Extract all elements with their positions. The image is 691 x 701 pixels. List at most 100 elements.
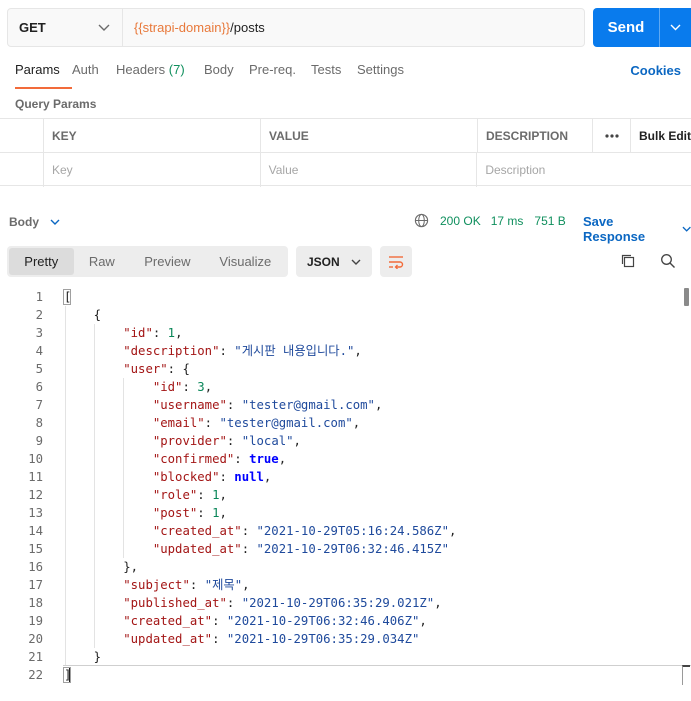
code-line: 6 "id": 3, — [0, 378, 691, 396]
line-number: 5 — [35, 362, 43, 376]
code-line: 14 "created_at": "2021-10-29T05:16:24.58… — [0, 522, 691, 540]
code-line: 18 "published_at": "2021-10-29T06:35:29.… — [0, 594, 691, 612]
code-line: 5 "user": { — [0, 360, 691, 378]
line-number: 2 — [35, 308, 43, 322]
code-line: 10 "confirmed": true, — [0, 450, 691, 468]
line-number: 16 — [28, 560, 43, 574]
line-number: 4 — [35, 344, 43, 358]
format-select[interactable]: JSON — [296, 246, 372, 277]
tab-tests[interactable]: Tests — [311, 62, 357, 86]
json-value: "2021-10-29T06:35:29.021Z" — [241, 596, 435, 610]
tab-headers[interactable]: Headers (7) — [116, 62, 204, 86]
copy-icon — [621, 254, 635, 268]
url-variable: {{strapi-domain}} — [134, 20, 231, 35]
description-input[interactable]: Description — [477, 153, 691, 187]
chevron-down-icon — [50, 219, 60, 225]
status-badge[interactable]: 200 OK — [440, 214, 481, 228]
wrap-lines-button[interactable] — [380, 246, 412, 277]
response-size[interactable]: 751 B — [534, 214, 565, 228]
json-value: 1 — [212, 506, 220, 520]
tab-settings[interactable]: Settings — [357, 62, 417, 86]
globe-icon[interactable] — [414, 213, 429, 228]
query-params-title: Query Params — [15, 97, 97, 111]
json-value: "tester@gmail.com" — [219, 416, 353, 430]
line-number: 9 — [35, 434, 43, 448]
column-header-key: KEY — [44, 119, 261, 152]
headers-count-badge: (7) — [168, 62, 185, 77]
tab-label: Pre-req. — [249, 62, 296, 77]
save-response-label: Save Response — [583, 214, 646, 244]
wrap-icon — [389, 255, 404, 269]
json-value: 1 — [167, 326, 176, 340]
send-options-button[interactable] — [660, 24, 691, 31]
line-number: 17 — [28, 578, 43, 592]
tab-preview[interactable]: Preview — [130, 248, 204, 275]
line-number: 14 — [28, 524, 43, 538]
tab-pretty[interactable]: Pretty — [9, 248, 74, 275]
response-time[interactable]: 17 ms — [491, 214, 524, 228]
code-line: 13 "post": 1, — [0, 504, 691, 522]
response-view-tabs: Pretty Raw Preview Visualize — [7, 246, 288, 277]
line-number: 10 — [28, 452, 43, 466]
tab-label: Body — [204, 62, 234, 77]
code-line: 22] — [0, 666, 691, 684]
tab-body[interactable]: Body — [204, 62, 249, 86]
send-button[interactable]: Send — [593, 8, 691, 47]
response-meta: 200 OK 17 ms 751 B — [414, 213, 566, 228]
method-select[interactable]: GET — [8, 9, 123, 46]
value-input[interactable]: Value — [261, 153, 478, 187]
line-number: 19 — [28, 614, 43, 628]
vertical-scrollbar[interactable] — [684, 288, 689, 306]
params-row: Key Value Description — [0, 153, 691, 187]
json-value: true — [249, 452, 279, 466]
body-label: Body — [9, 215, 39, 229]
url-path: /posts — [230, 20, 265, 35]
tab-raw[interactable]: Raw — [74, 248, 131, 275]
code-line: 1[ — [0, 288, 691, 306]
send-label: Send — [607, 19, 645, 36]
line-number: 22 — [28, 668, 43, 682]
code-line: 16 }, — [0, 558, 691, 576]
copy-button[interactable] — [620, 253, 636, 272]
tab-params[interactable]: Params — [15, 62, 72, 89]
json-value: 1 — [212, 488, 220, 502]
code-line: 21 } — [0, 648, 691, 666]
tab-label: Headers — [116, 62, 166, 77]
key-input[interactable]: Key — [44, 153, 261, 187]
line-number: 8 — [35, 416, 43, 430]
line-number: 21 — [28, 650, 43, 664]
more-options-icon[interactable] — [593, 119, 631, 152]
json-value: "tester@gmail.com" — [241, 398, 375, 412]
json-value: "2021-10-29T06:32:46.415Z" — [256, 542, 450, 556]
code-line: 8 "email": "tester@gmail.com", — [0, 414, 691, 432]
column-header-description: DESCRIPTION — [478, 119, 593, 152]
line-number: 3 — [35, 326, 43, 340]
column-header-value: VALUE — [261, 119, 478, 152]
scrollbar-thumb[interactable] — [682, 665, 690, 685]
tab-pre-request[interactable]: Pre-req. — [249, 62, 311, 86]
search-icon — [661, 254, 675, 268]
response-body-editor[interactable]: 1[ 2 { 3 "id": 1, 4 "description": "게시판 … — [0, 288, 691, 701]
chevron-down-icon — [670, 24, 681, 31]
tab-auth[interactable]: Auth — [72, 62, 116, 86]
bulk-edit-button[interactable]: Bulk Edit — [631, 119, 691, 152]
response-body-select[interactable]: Body — [9, 215, 60, 229]
row-checkbox-cell — [0, 153, 44, 187]
code-line: 9 "provider": "local", — [0, 432, 691, 450]
line-number: 18 — [28, 596, 43, 610]
line-number: 15 — [28, 542, 43, 556]
tab-visualize[interactable]: Visualize — [205, 248, 286, 275]
code-line: 12 "role": 1, — [0, 486, 691, 504]
json-value: "local" — [241, 434, 294, 448]
code-line: 17 "subject": "제목", — [0, 576, 691, 594]
search-button[interactable] — [660, 253, 676, 272]
code-line: 11 "blocked": null, — [0, 468, 691, 486]
bracket-match-highlight — [63, 667, 71, 683]
url-input[interactable]: {{strapi-domain}}/posts — [123, 9, 584, 46]
line-number: 1 — [35, 290, 43, 304]
json-value: "2021-10-29T05:16:24.586Z" — [256, 524, 450, 538]
save-response-button[interactable]: Save Response — [583, 214, 691, 244]
tab-label: Params — [15, 62, 60, 77]
json-value: "2021-10-29T06:35:29.034Z" — [226, 632, 420, 646]
cookies-link[interactable]: Cookies — [630, 63, 681, 78]
